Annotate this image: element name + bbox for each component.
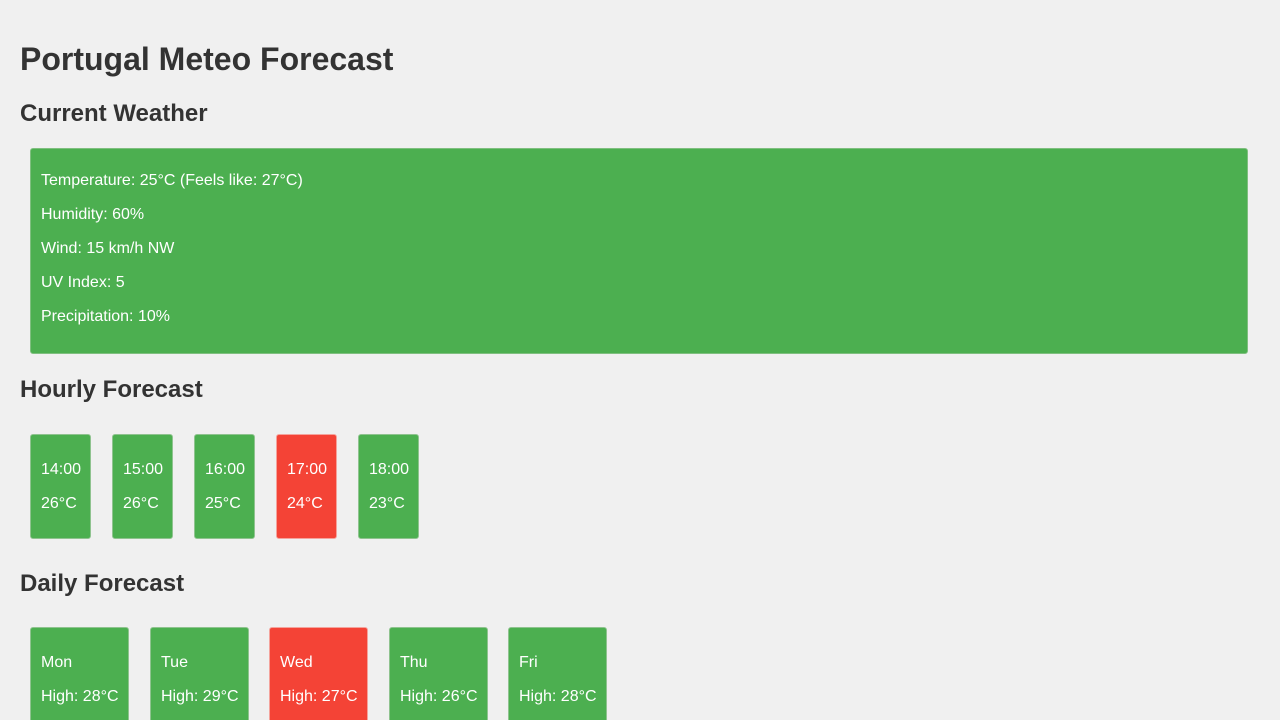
- hourly-temp: 26°C: [41, 495, 77, 512]
- daily-high: High: 27°C: [280, 688, 358, 705]
- daily-card-mon: Mon High: 28°C: [30, 627, 129, 720]
- daily-forecast-heading: Daily Forecast: [20, 570, 185, 597]
- daily-day: Mon: [41, 654, 73, 671]
- daily-high: High: 26°C: [400, 688, 478, 705]
- hourly-time: 18:00: [369, 461, 410, 478]
- daily-high: High: 29°C: [161, 688, 239, 705]
- hourly-forecast-heading: Hourly Forecast: [20, 376, 203, 403]
- uv-index-text: UV Index: 5: [41, 274, 125, 291]
- hourly-card-15: 15:00 26°C: [112, 434, 173, 539]
- hourly-time: 15:00: [123, 461, 164, 478]
- temperature-text: Temperature: 25°C (Feels like: 27°C): [41, 172, 303, 189]
- humidity-text: Humidity: 60%: [41, 206, 145, 223]
- daily-card-fri: Fri High: 28°C: [508, 627, 607, 720]
- hourly-temp: 25°C: [205, 495, 241, 512]
- daily-card-wed: Wed High: 27°C: [269, 627, 368, 720]
- hourly-time: 17:00: [287, 461, 328, 478]
- precipitation-text: Precipitation: 10%: [41, 308, 170, 325]
- hourly-card-16: 16:00 25°C: [194, 434, 255, 539]
- daily-high: High: 28°C: [41, 688, 119, 705]
- current-weather-heading: Current Weather: [20, 100, 208, 127]
- hourly-time: 14:00: [41, 461, 82, 478]
- current-weather-card: Temperature: 25°C (Feels like: 27°C) Hum…: [30, 148, 1248, 354]
- daily-card-tue: Tue High: 29°C: [150, 627, 249, 720]
- daily-day: Tue: [161, 654, 188, 671]
- daily-day: Fri: [519, 654, 538, 671]
- daily-day: Thu: [400, 654, 428, 671]
- daily-card-thu: Thu High: 26°C: [389, 627, 488, 720]
- hourly-card-17: 17:00 24°C: [276, 434, 337, 539]
- hourly-temp: 23°C: [369, 495, 405, 512]
- daily-day: Wed: [280, 654, 313, 671]
- hourly-card-14: 14:00 26°C: [30, 434, 91, 539]
- hourly-time: 16:00: [205, 461, 246, 478]
- weather-page: Portugal Meteo Forecast Current Weather …: [0, 0, 1280, 720]
- page-title: Portugal Meteo Forecast: [20, 41, 394, 77]
- hourly-card-18: 18:00 23°C: [358, 434, 419, 539]
- hourly-temp: 26°C: [123, 495, 159, 512]
- wind-text: Wind: 15 km/h NW: [41, 240, 175, 257]
- hourly-temp: 24°C: [287, 495, 323, 512]
- daily-high: High: 28°C: [519, 688, 597, 705]
